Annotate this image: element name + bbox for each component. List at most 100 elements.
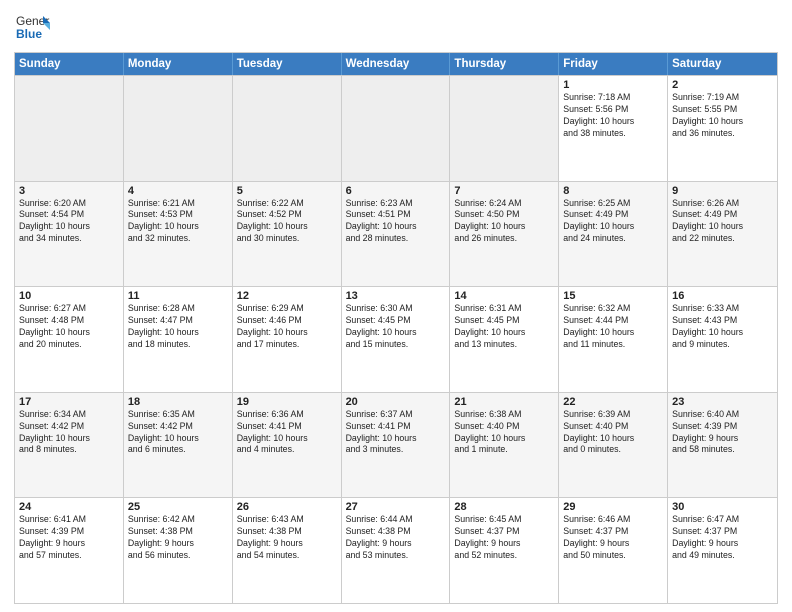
- day-info: Sunrise: 6:27 AM Sunset: 4:48 PM Dayligh…: [19, 303, 119, 351]
- calendar-cell: 22Sunrise: 6:39 AM Sunset: 4:40 PM Dayli…: [559, 393, 668, 498]
- calendar-cell: 9Sunrise: 6:26 AM Sunset: 4:49 PM Daylig…: [668, 182, 777, 287]
- calendar-cell: 17Sunrise: 6:34 AM Sunset: 4:42 PM Dayli…: [15, 393, 124, 498]
- calendar-header-cell: Monday: [124, 53, 233, 75]
- calendar: SundayMondayTuesdayWednesdayThursdayFrid…: [14, 52, 778, 604]
- day-info: Sunrise: 6:36 AM Sunset: 4:41 PM Dayligh…: [237, 409, 337, 457]
- calendar-header-cell: Thursday: [450, 53, 559, 75]
- day-number: 26: [237, 501, 337, 513]
- calendar-header-row: SundayMondayTuesdayWednesdayThursdayFrid…: [15, 53, 777, 75]
- day-info: Sunrise: 6:39 AM Sunset: 4:40 PM Dayligh…: [563, 409, 663, 457]
- day-info: Sunrise: 6:38 AM Sunset: 4:40 PM Dayligh…: [454, 409, 554, 457]
- day-info: Sunrise: 6:35 AM Sunset: 4:42 PM Dayligh…: [128, 409, 228, 457]
- calendar-cell: 18Sunrise: 6:35 AM Sunset: 4:42 PM Dayli…: [124, 393, 233, 498]
- day-info: Sunrise: 6:45 AM Sunset: 4:37 PM Dayligh…: [454, 514, 554, 562]
- calendar-cell: 5Sunrise: 6:22 AM Sunset: 4:52 PM Daylig…: [233, 182, 342, 287]
- calendar-cell: [233, 76, 342, 181]
- calendar-cell: 3Sunrise: 6:20 AM Sunset: 4:54 PM Daylig…: [15, 182, 124, 287]
- calendar-cell: [124, 76, 233, 181]
- calendar-cell: [342, 76, 451, 181]
- calendar-cell: 14Sunrise: 6:31 AM Sunset: 4:45 PM Dayli…: [450, 287, 559, 392]
- calendar-header-cell: Saturday: [668, 53, 777, 75]
- calendar-header-cell: Wednesday: [342, 53, 451, 75]
- calendar-cell: 1Sunrise: 7:18 AM Sunset: 5:56 PM Daylig…: [559, 76, 668, 181]
- calendar-row: 10Sunrise: 6:27 AM Sunset: 4:48 PM Dayli…: [15, 286, 777, 392]
- day-info: Sunrise: 6:23 AM Sunset: 4:51 PM Dayligh…: [346, 198, 446, 246]
- calendar-header-cell: Sunday: [15, 53, 124, 75]
- calendar-cell: 26Sunrise: 6:43 AM Sunset: 4:38 PM Dayli…: [233, 498, 342, 603]
- calendar-cell: 20Sunrise: 6:37 AM Sunset: 4:41 PM Dayli…: [342, 393, 451, 498]
- day-number: 10: [19, 290, 119, 302]
- day-number: 1: [563, 79, 663, 91]
- day-info: Sunrise: 6:28 AM Sunset: 4:47 PM Dayligh…: [128, 303, 228, 351]
- calendar-cell: 4Sunrise: 6:21 AM Sunset: 4:53 PM Daylig…: [124, 182, 233, 287]
- calendar-cell: [450, 76, 559, 181]
- calendar-row: 1Sunrise: 7:18 AM Sunset: 5:56 PM Daylig…: [15, 75, 777, 181]
- day-number: 4: [128, 185, 228, 197]
- day-number: 28: [454, 501, 554, 513]
- day-number: 21: [454, 396, 554, 408]
- day-number: 18: [128, 396, 228, 408]
- day-number: 29: [563, 501, 663, 513]
- day-info: Sunrise: 7:19 AM Sunset: 5:55 PM Dayligh…: [672, 92, 773, 140]
- day-info: Sunrise: 6:43 AM Sunset: 4:38 PM Dayligh…: [237, 514, 337, 562]
- day-number: 9: [672, 185, 773, 197]
- page-header: General Blue: [14, 10, 778, 46]
- day-info: Sunrise: 6:30 AM Sunset: 4:45 PM Dayligh…: [346, 303, 446, 351]
- day-number: 7: [454, 185, 554, 197]
- calendar-header-cell: Friday: [559, 53, 668, 75]
- calendar-cell: 25Sunrise: 6:42 AM Sunset: 4:38 PM Dayli…: [124, 498, 233, 603]
- calendar-cell: 13Sunrise: 6:30 AM Sunset: 4:45 PM Dayli…: [342, 287, 451, 392]
- day-info: Sunrise: 6:22 AM Sunset: 4:52 PM Dayligh…: [237, 198, 337, 246]
- day-number: 12: [237, 290, 337, 302]
- calendar-cell: 24Sunrise: 6:41 AM Sunset: 4:39 PM Dayli…: [15, 498, 124, 603]
- day-number: 14: [454, 290, 554, 302]
- day-number: 5: [237, 185, 337, 197]
- day-number: 22: [563, 396, 663, 408]
- calendar-cell: 8Sunrise: 6:25 AM Sunset: 4:49 PM Daylig…: [559, 182, 668, 287]
- day-number: 13: [346, 290, 446, 302]
- day-number: 23: [672, 396, 773, 408]
- day-info: Sunrise: 6:25 AM Sunset: 4:49 PM Dayligh…: [563, 198, 663, 246]
- logo-svg: General Blue: [14, 10, 50, 46]
- day-number: 8: [563, 185, 663, 197]
- page: General Blue SundayMondayTuesdayWednesda…: [0, 0, 792, 612]
- calendar-row: 24Sunrise: 6:41 AM Sunset: 4:39 PM Dayli…: [15, 497, 777, 603]
- calendar-row: 17Sunrise: 6:34 AM Sunset: 4:42 PM Dayli…: [15, 392, 777, 498]
- day-number: 3: [19, 185, 119, 197]
- day-info: Sunrise: 6:20 AM Sunset: 4:54 PM Dayligh…: [19, 198, 119, 246]
- calendar-cell: 12Sunrise: 6:29 AM Sunset: 4:46 PM Dayli…: [233, 287, 342, 392]
- calendar-cell: 2Sunrise: 7:19 AM Sunset: 5:55 PM Daylig…: [668, 76, 777, 181]
- calendar-cell: 30Sunrise: 6:47 AM Sunset: 4:37 PM Dayli…: [668, 498, 777, 603]
- day-info: Sunrise: 6:41 AM Sunset: 4:39 PM Dayligh…: [19, 514, 119, 562]
- calendar-cell: 16Sunrise: 6:33 AM Sunset: 4:43 PM Dayli…: [668, 287, 777, 392]
- svg-text:Blue: Blue: [16, 27, 42, 41]
- day-number: 11: [128, 290, 228, 302]
- calendar-cell: 21Sunrise: 6:38 AM Sunset: 4:40 PM Dayli…: [450, 393, 559, 498]
- day-info: Sunrise: 6:31 AM Sunset: 4:45 PM Dayligh…: [454, 303, 554, 351]
- logo: General Blue: [14, 10, 50, 46]
- calendar-cell: 11Sunrise: 6:28 AM Sunset: 4:47 PM Dayli…: [124, 287, 233, 392]
- calendar-row: 3Sunrise: 6:20 AM Sunset: 4:54 PM Daylig…: [15, 181, 777, 287]
- calendar-body: 1Sunrise: 7:18 AM Sunset: 5:56 PM Daylig…: [15, 75, 777, 603]
- calendar-cell: [15, 76, 124, 181]
- day-number: 15: [563, 290, 663, 302]
- day-number: 27: [346, 501, 446, 513]
- day-number: 30: [672, 501, 773, 513]
- day-info: Sunrise: 7:18 AM Sunset: 5:56 PM Dayligh…: [563, 92, 663, 140]
- calendar-cell: 29Sunrise: 6:46 AM Sunset: 4:37 PM Dayli…: [559, 498, 668, 603]
- day-info: Sunrise: 6:47 AM Sunset: 4:37 PM Dayligh…: [672, 514, 773, 562]
- calendar-cell: 7Sunrise: 6:24 AM Sunset: 4:50 PM Daylig…: [450, 182, 559, 287]
- day-number: 25: [128, 501, 228, 513]
- day-number: 17: [19, 396, 119, 408]
- day-info: Sunrise: 6:46 AM Sunset: 4:37 PM Dayligh…: [563, 514, 663, 562]
- calendar-cell: 19Sunrise: 6:36 AM Sunset: 4:41 PM Dayli…: [233, 393, 342, 498]
- day-info: Sunrise: 6:34 AM Sunset: 4:42 PM Dayligh…: [19, 409, 119, 457]
- day-info: Sunrise: 6:24 AM Sunset: 4:50 PM Dayligh…: [454, 198, 554, 246]
- day-info: Sunrise: 6:44 AM Sunset: 4:38 PM Dayligh…: [346, 514, 446, 562]
- day-info: Sunrise: 6:37 AM Sunset: 4:41 PM Dayligh…: [346, 409, 446, 457]
- day-info: Sunrise: 6:40 AM Sunset: 4:39 PM Dayligh…: [672, 409, 773, 457]
- calendar-cell: 27Sunrise: 6:44 AM Sunset: 4:38 PM Dayli…: [342, 498, 451, 603]
- calendar-cell: 28Sunrise: 6:45 AM Sunset: 4:37 PM Dayli…: [450, 498, 559, 603]
- day-info: Sunrise: 6:26 AM Sunset: 4:49 PM Dayligh…: [672, 198, 773, 246]
- calendar-cell: 10Sunrise: 6:27 AM Sunset: 4:48 PM Dayli…: [15, 287, 124, 392]
